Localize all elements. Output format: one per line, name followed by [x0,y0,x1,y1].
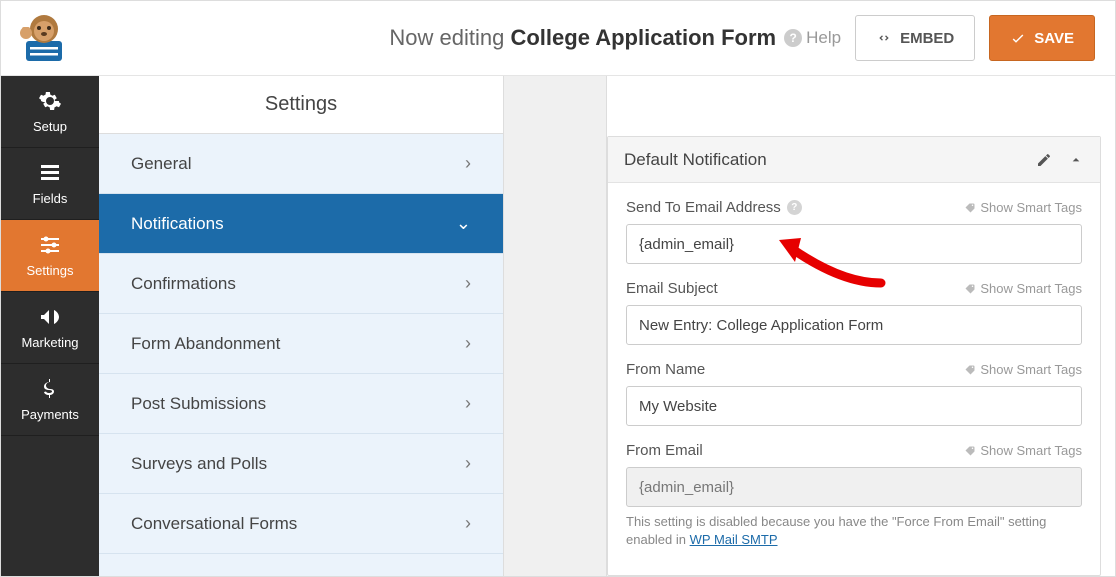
show-smart-tags[interactable]: Show Smart Tags [964,362,1082,377]
card-header: Default Notification [608,137,1100,183]
code-icon [876,30,892,46]
nav-label: Settings [27,263,74,278]
from-email-label: From Email [626,442,703,459]
chevron-down-icon: ⌄ [456,213,471,234]
check-icon [1010,30,1026,46]
save-button[interactable]: SAVE [989,15,1095,61]
nav-label: Setup [33,119,67,134]
wp-mail-smtp-link[interactable]: WP Mail SMTP [690,532,778,547]
chevron-right-icon: › [465,453,471,474]
settings-title: Settings [99,76,503,134]
nav-label: Payments [21,407,79,422]
sub-confirmations[interactable]: Confirmations› [99,254,503,314]
field-send-to: Send To Email Address? Show Smart Tags [626,199,1082,264]
sliders-icon [38,233,62,257]
tag-icon [964,283,976,295]
nav-marketing[interactable]: Marketing [1,292,99,364]
send-to-input[interactable] [626,224,1082,264]
nav-payments[interactable]: Payments [1,364,99,436]
form-name: College Application Form [510,25,776,50]
chevron-up-icon[interactable] [1068,152,1084,168]
field-from-name: From Name Show Smart Tags [626,361,1082,426]
nav-label: Marketing [21,335,78,350]
settings-sidebar: Settings General› Notifications⌄ Confirm… [99,76,503,576]
gear-icon [38,89,62,113]
show-smart-tags[interactable]: Show Smart Tags [964,200,1082,215]
list-icon [38,161,62,185]
tag-icon [964,445,976,457]
pencil-icon[interactable] [1036,152,1052,168]
help-icon[interactable]: ? [787,200,802,215]
wpforms-logo [9,8,79,68]
nav-setup[interactable]: Setup [1,76,99,148]
send-to-label: Send To Email Address? [626,199,802,216]
sub-surveys-polls[interactable]: Surveys and Polls› [99,434,503,494]
card-title: Default Notification [624,150,767,170]
show-smart-tags[interactable]: Show Smart Tags [964,281,1082,296]
nav-settings[interactable]: Settings [1,220,99,292]
notification-card: Default Notification Send To Email Addre… [607,136,1101,576]
from-email-input [626,467,1082,507]
sub-form-abandonment[interactable]: Form Abandonment› [99,314,503,374]
embed-button[interactable]: EMBED [855,15,975,61]
chevron-right-icon: › [465,393,471,414]
field-from-email: From Email Show Smart Tags This setting … [626,442,1082,549]
chevron-right-icon: › [465,513,471,534]
primary-nav: Setup Fields Settings Marketing Payments [1,76,99,576]
bullhorn-icon [38,305,62,329]
editing-title: Now editing College Application Form [389,25,776,51]
sub-notifications[interactable]: Notifications⌄ [99,194,503,254]
sub-post-submissions[interactable]: Post Submissions› [99,374,503,434]
chevron-right-icon: › [465,333,471,354]
from-name-input[interactable] [626,386,1082,426]
from-email-note: This setting is disabled because you hav… [626,513,1082,549]
gutter [503,76,607,576]
tag-icon [964,202,976,214]
from-name-label: From Name [626,361,705,378]
help-icon: ? [784,29,802,47]
chevron-right-icon: › [465,153,471,174]
subject-label: Email Subject [626,280,718,297]
sub-general[interactable]: General› [99,134,503,194]
show-smart-tags[interactable]: Show Smart Tags [964,443,1082,458]
sub-conversational-forms[interactable]: Conversational Forms› [99,494,503,554]
chevron-right-icon: › [465,273,471,294]
main-panel: Default Notification Send To Email Addre… [607,76,1115,576]
nav-fields[interactable]: Fields [1,148,99,220]
top-bar: Now editing College Application Form ? H… [1,1,1115,76]
tag-icon [964,364,976,376]
help-link[interactable]: ? Help [784,28,841,48]
field-subject: Email Subject Show Smart Tags [626,280,1082,345]
subject-input[interactable] [626,305,1082,345]
nav-label: Fields [33,191,68,206]
dollar-icon [38,377,62,401]
